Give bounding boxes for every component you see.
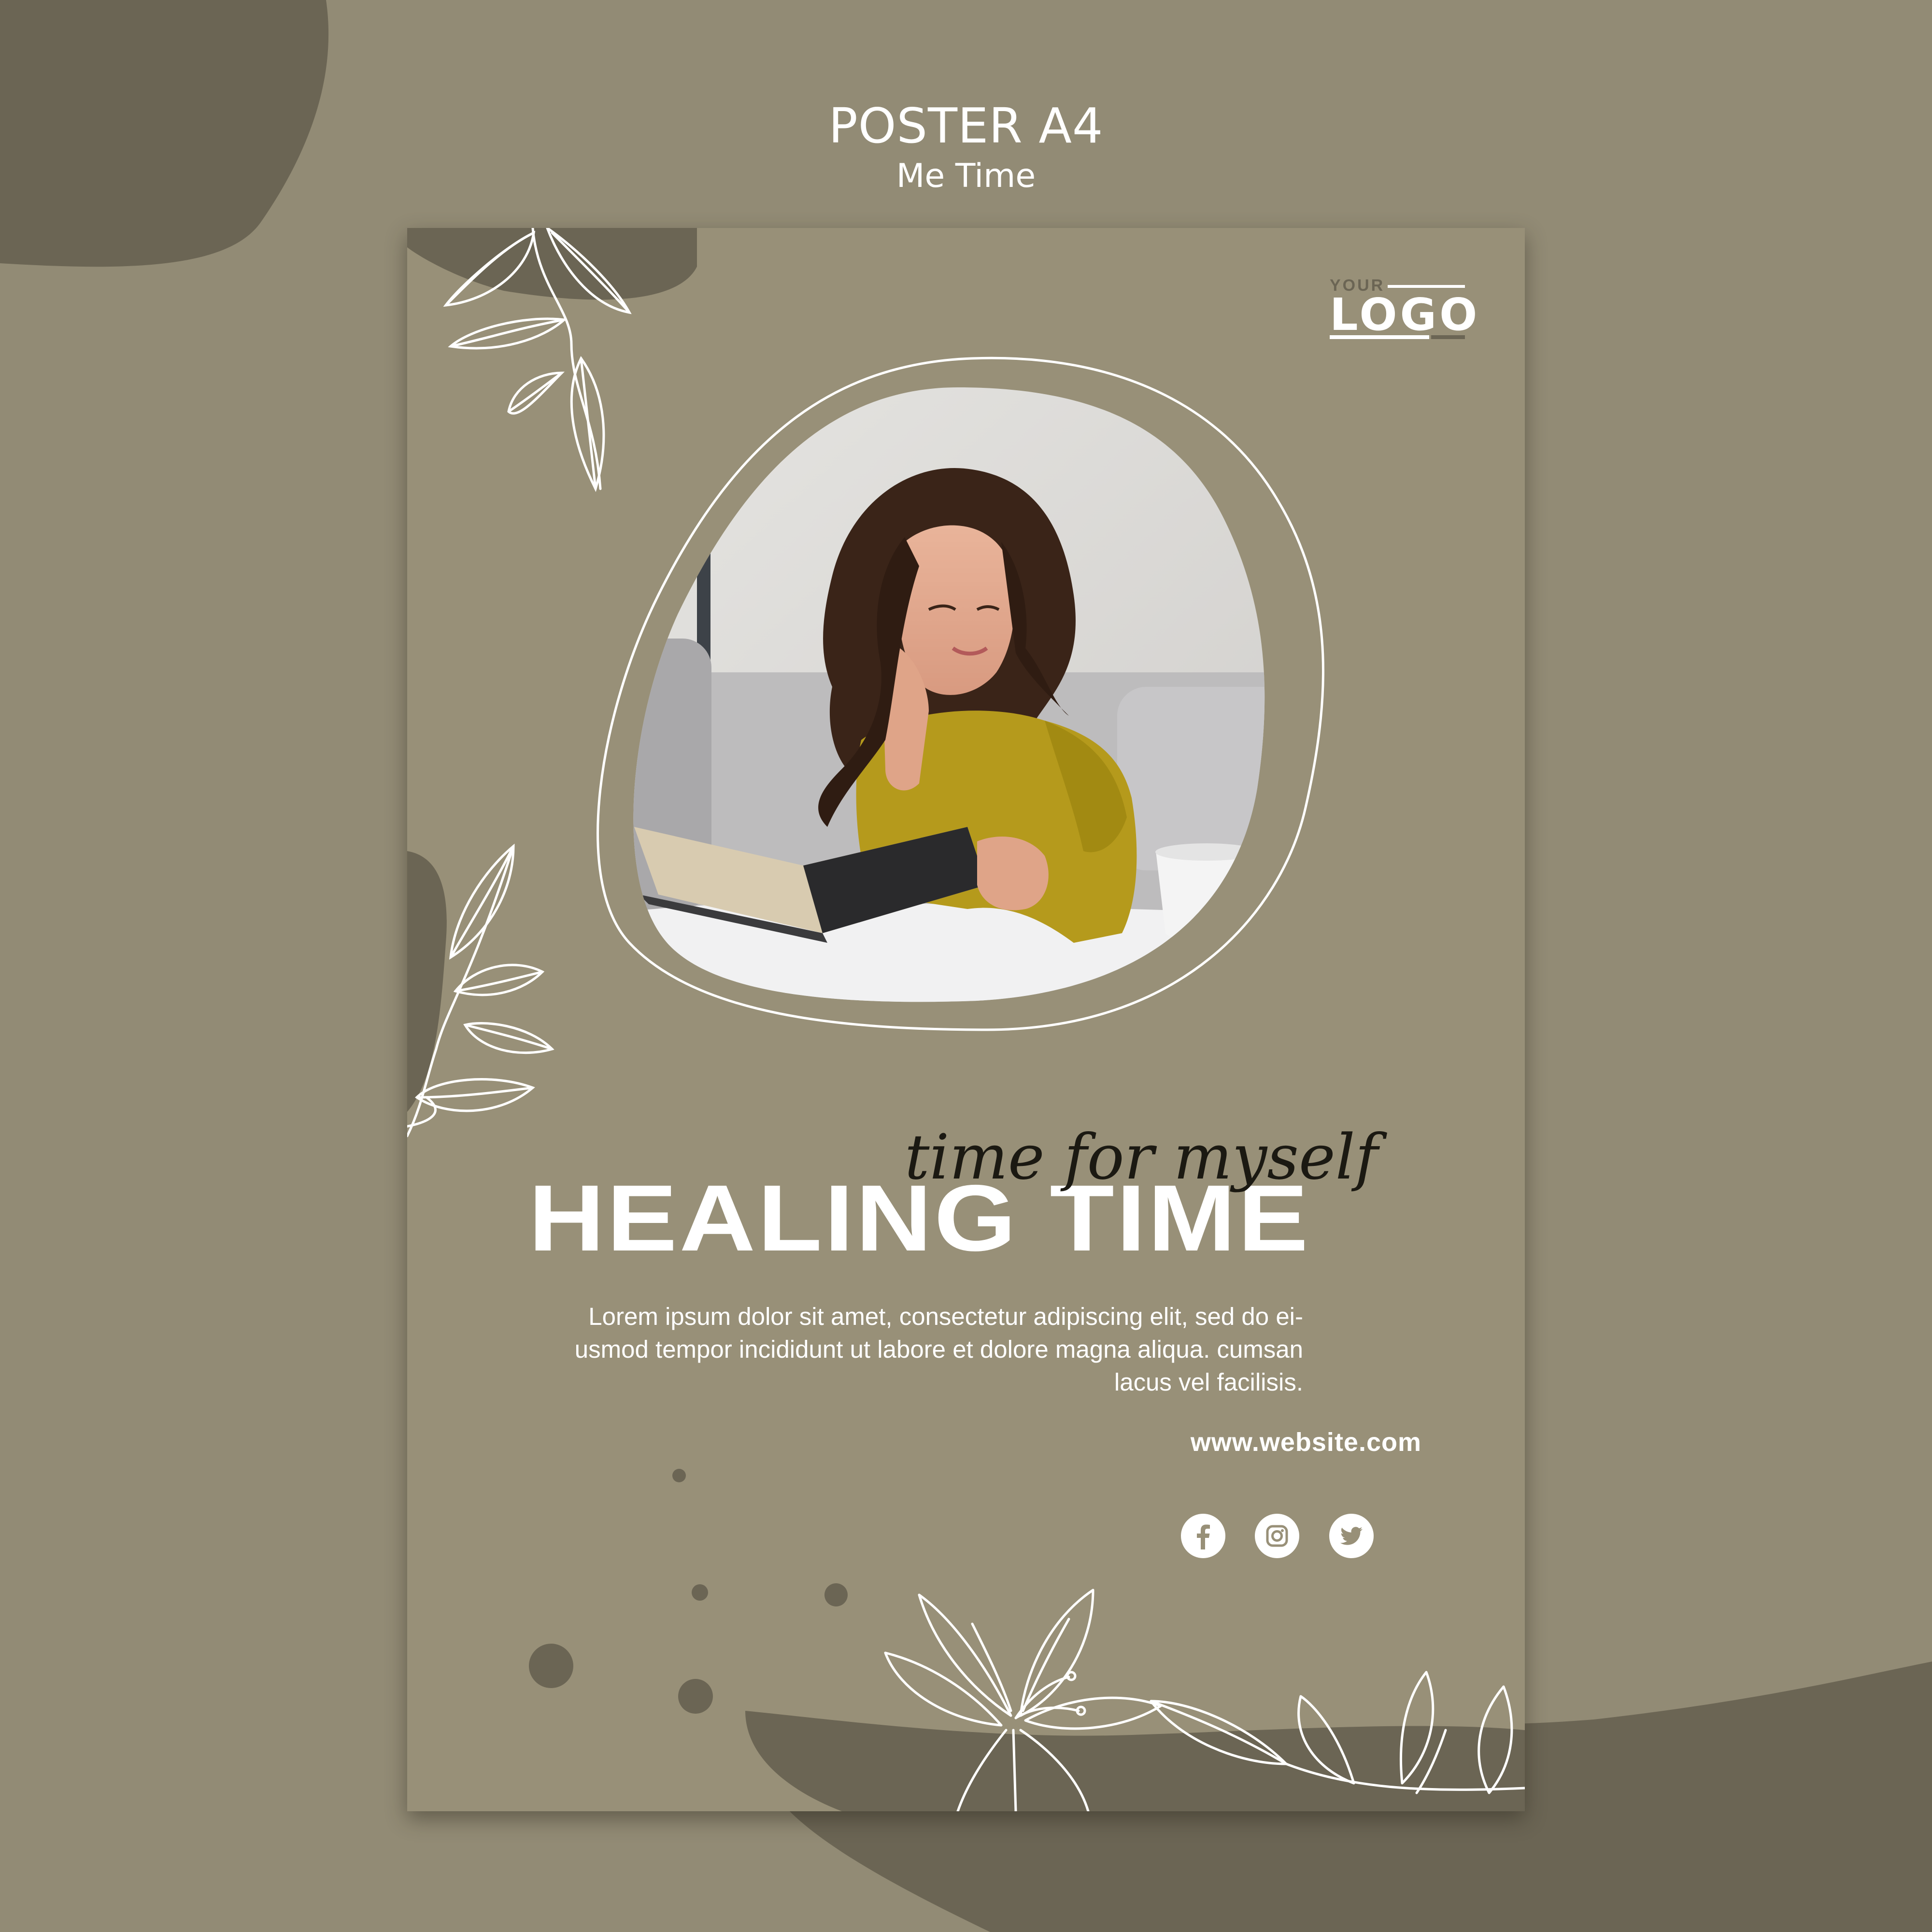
instagram-icon[interactable] [1255,1514,1299,1558]
body-text: Lorem ipsum dolor sit amet, consectetur … [574,1303,1303,1396]
brand-logo: YOUR LOGO [1330,276,1477,339]
poster: YOUR LOGO HEALING TIME time for myself L… [407,228,1525,1811]
logo-divider [1388,285,1465,288]
logo-text: LOGO [1330,289,1480,341]
photo-woman-reading [633,387,1265,1002]
logo-underline [1330,335,1429,339]
facebook-icon[interactable] [1181,1514,1225,1558]
website-link[interactable]: www.website.com [938,1427,1421,1458]
page-subtitle: Me Time [896,157,1036,195]
page-title: POSTER A4 [828,98,1104,154]
twitter-icon[interactable] [1329,1514,1374,1558]
script-tagline: time for myself [905,1122,1378,1193]
logo-underline-accent [1431,335,1465,339]
